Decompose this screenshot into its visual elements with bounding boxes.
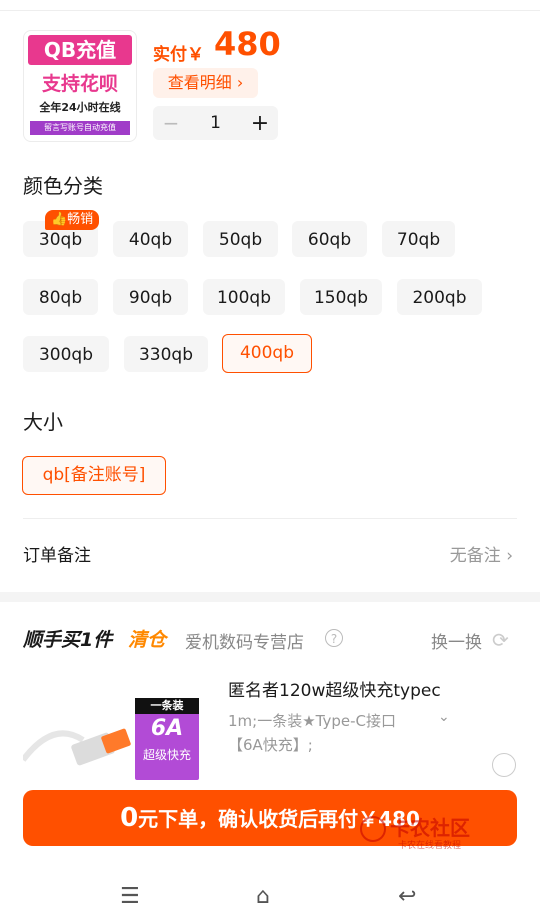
option-70qb[interactable]: 70qb [382,221,455,257]
addon-product-image[interactable]: 一条装 6A 超级快充 [23,690,200,780]
refresh-icon[interactable]: ⟳ [492,628,509,652]
submit-amount: 0 [120,803,139,833]
option-400qb-selected[interactable]: 400qb [222,334,312,373]
option-40qb[interactable]: 40qb [113,221,188,257]
addon-select-radio[interactable] [492,753,516,777]
thumb-hours: 全年24小时在线 [39,101,121,114]
product-thumbnail[interactable]: QB充值 支持花呗 全年24小时在线 留言写账号自动充值 [23,30,137,142]
thumb-note: 留言写账号自动充值 [30,121,130,135]
back-icon[interactable]: ↩ [398,884,416,909]
divider [23,518,517,519]
increase-button[interactable]: + [242,111,278,136]
quantity-stepper: − 1 + [153,106,278,140]
option-50qb[interactable]: 50qb [203,221,278,257]
thumb-title: QB充值 [28,35,132,65]
size-section-title: 大小 [23,410,63,434]
usb-cable-icon [23,728,131,766]
color-section-title: 颜色分类 [23,174,103,198]
watermark: 卡农社区 卡农在线看教程 [360,812,490,852]
option-60qb[interactable]: 60qb [292,221,367,257]
watermark-text: 卡农社区 [390,816,470,840]
decrease-button[interactable]: − [153,111,189,135]
addon-spec-detail: 【6A快充】; [228,736,313,754]
order-remark-value[interactable]: 无备注 › [450,541,513,566]
order-remark-label: 订单备注 [23,546,91,566]
section-gap [0,592,540,602]
option-330qb[interactable]: 330qb [124,336,208,372]
thumb-subtitle: 支持花呗 [41,73,118,95]
cable-package: 一条装 6A 超级快充 [135,698,199,780]
addon-title: 顺手买1件 [23,629,113,651]
chevron-down-icon[interactable]: ⌄ [438,709,450,725]
price-label: 实付￥ [153,45,204,65]
system-navbar: ☰ ⌂ ↩ [0,870,540,909]
addon-product-name[interactable]: 匿名者120w超级快充typec [228,676,441,701]
option-150qb[interactable]: 150qb [300,279,382,315]
option-200qb[interactable]: 200qb [397,279,482,315]
home-icon[interactable]: ⌂ [256,884,270,909]
option-80qb[interactable]: 80qb [23,279,98,315]
quantity-value[interactable]: 1 [189,113,242,133]
help-icon[interactable]: ? [325,629,343,647]
size-option-qb-account[interactable]: qb[备注账号] [22,456,166,495]
option-90qb[interactable]: 90qb [113,279,188,315]
menu-icon[interactable]: ☰ [120,884,140,909]
shop-name[interactable]: 爱机数码专营店 [185,628,304,653]
addon-spec[interactable]: 1m;一条装★Type-C接口 [228,710,396,731]
watermark-logo-icon [360,816,386,842]
top-divider [0,10,540,11]
package-amp: 6A [150,716,184,741]
view-details-button[interactable]: 查看明细 › [153,68,258,98]
option-100qb[interactable]: 100qb [203,279,285,315]
hot-badge: 👍畅销 [45,210,100,230]
swap-button[interactable]: 换一换 [431,628,482,653]
price-value: 480 [214,25,281,63]
package-fast-charge: 超级快充 [142,748,191,762]
package-label: 一条装 [135,698,199,714]
addon-tag: 清仓 [128,629,167,651]
watermark-subtext: 卡农在线看教程 [398,841,462,851]
option-300qb[interactable]: 300qb [23,336,109,372]
